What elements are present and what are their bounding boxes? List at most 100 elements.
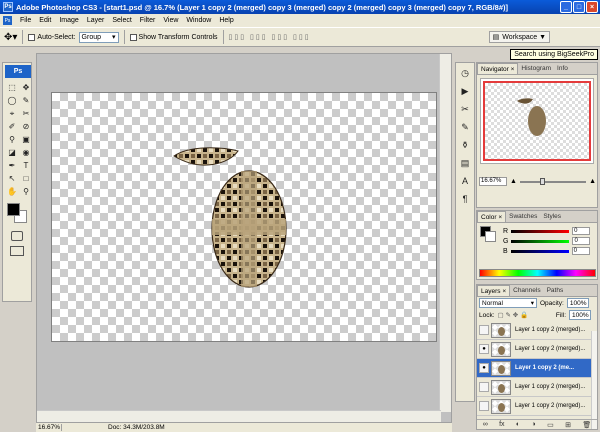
- fill-input[interactable]: 100%: [569, 310, 591, 320]
- adjustment-layer-icon[interactable]: ◑: [532, 421, 536, 428]
- layer-comps-icon[interactable]: ▤: [459, 157, 471, 169]
- new-group-icon[interactable]: ▭: [547, 421, 554, 429]
- layer-row[interactable]: Layer 1 copy 2 (merged)...: [477, 321, 597, 340]
- eye-icon[interactable]: ●: [479, 344, 489, 354]
- layer-row-active[interactable]: ● Layer 1 copy 2 (me...: [477, 359, 597, 378]
- menu-view[interactable]: View: [159, 17, 182, 24]
- align-icons[interactable]: ▯▯▯ ▯▯▯ ▯▯▯ ▯▯▯: [229, 33, 311, 41]
- visibility-toggle[interactable]: [479, 382, 489, 392]
- brushes-icon[interactable]: ✎: [459, 121, 471, 133]
- canvas[interactable]: [51, 92, 437, 342]
- pen-tool-icon[interactable]: ✒: [6, 160, 18, 171]
- menu-help[interactable]: Help: [215, 17, 237, 24]
- menu-filter[interactable]: Filter: [136, 17, 160, 24]
- tool-presets-icon[interactable]: ✂: [459, 103, 471, 115]
- link-layers-icon[interactable]: ∞: [483, 421, 488, 428]
- quick-mask-icon[interactable]: [11, 231, 23, 241]
- tab-channels[interactable]: Channels: [510, 285, 543, 296]
- magic-wand-tool-icon[interactable]: ✎: [20, 95, 32, 106]
- dodge-tool-icon[interactable]: ◪: [6, 147, 18, 158]
- toolbox: Ps ⬚ ✥ ◯ ✎ ⌖ ✂ ✐ ⊘ ⚲ ▣ ◪ ◉ ✒ T ↖ □ ✋ ⚲: [2, 62, 32, 302]
- auto-select-checkbox[interactable]: [28, 33, 36, 41]
- eraser-tool-icon[interactable]: ⊘: [20, 121, 32, 132]
- brush-tool-icon[interactable]: ✐: [6, 121, 18, 132]
- visibility-toggle[interactable]: [479, 401, 489, 411]
- channel-r-value[interactable]: 0: [572, 227, 591, 235]
- zoom-slider[interactable]: [519, 177, 587, 185]
- navigator-preview[interactable]: [480, 78, 594, 164]
- menu-image[interactable]: Image: [55, 17, 82, 24]
- history-icon[interactable]: ◷: [459, 67, 471, 79]
- zoom-in-icon[interactable]: ▲: [589, 178, 596, 185]
- path-select-tool-icon[interactable]: ↖: [6, 173, 18, 184]
- shape-tool-icon[interactable]: □: [20, 173, 32, 184]
- layer-row[interactable]: Layer 1 copy 2 (merged)...: [477, 378, 597, 397]
- auto-select-dropdown[interactable]: Group ▾: [78, 31, 119, 43]
- menu-select[interactable]: Select: [108, 17, 135, 24]
- menu-layer[interactable]: Layer: [83, 17, 109, 24]
- show-transform-checkbox[interactable]: [129, 33, 137, 41]
- layer-style-icon[interactable]: fx: [499, 421, 504, 428]
- minimize-button[interactable]: _: [560, 1, 572, 13]
- lasso-tool-icon[interactable]: ◯: [6, 95, 18, 106]
- view-box[interactable]: [483, 81, 591, 161]
- layer-mask-icon[interactable]: ◐: [516, 421, 520, 428]
- tab-info[interactable]: Info: [554, 63, 571, 74]
- horizontal-scrollbar[interactable]: [37, 410, 441, 422]
- trash-icon[interactable]: 🗑: [582, 421, 591, 429]
- zoom-out-icon[interactable]: ▲: [510, 178, 517, 185]
- visibility-toggle[interactable]: [479, 325, 489, 335]
- color-spectrum[interactable]: [479, 269, 596, 277]
- hand-tool-icon[interactable]: ✋: [6, 186, 18, 197]
- restore-button[interactable]: □: [573, 1, 585, 13]
- close-button[interactable]: ×: [586, 1, 598, 13]
- tab-histogram[interactable]: Histogram: [518, 63, 554, 74]
- zoom-level[interactable]: 16.67%: [36, 424, 62, 431]
- menu-edit[interactable]: Edit: [35, 17, 55, 24]
- tab-paths[interactable]: Paths: [544, 285, 567, 296]
- tab-swatches[interactable]: Swatches: [506, 211, 540, 222]
- type-tool-icon[interactable]: T: [20, 160, 32, 171]
- paragraph-icon[interactable]: ¶: [459, 193, 471, 205]
- channel-g-slider[interactable]: [511, 239, 570, 243]
- screen-mode-icon[interactable]: [10, 246, 24, 256]
- blur-tool-icon[interactable]: ⚲: [6, 134, 18, 145]
- opacity-input[interactable]: 100%: [566, 298, 589, 308]
- marquee-tool-icon[interactable]: ⬚: [6, 82, 18, 93]
- tab-color[interactable]: Color ×: [477, 211, 507, 222]
- new-layer-icon[interactable]: ⊞: [565, 421, 571, 429]
- move-tool-icon[interactable]: ✥: [20, 82, 32, 93]
- zoom-tool-icon[interactable]: ⚲: [20, 186, 32, 197]
- workspace-button[interactable]: ▤ Workspace ▼: [488, 31, 550, 43]
- slider-knob[interactable]: [539, 177, 545, 185]
- slice-tool-icon[interactable]: ✂: [20, 108, 32, 119]
- navigator-zoom-input[interactable]: 16.67%: [479, 177, 507, 186]
- document-icon[interactable]: Ps: [3, 16, 12, 25]
- layers-scrollbar[interactable]: [591, 331, 597, 429]
- eye-icon[interactable]: ●: [479, 363, 489, 373]
- workspace-label: Workspace ▼: [502, 33, 546, 41]
- tab-layers[interactable]: Layers ×: [477, 285, 511, 296]
- actions-icon[interactable]: ▶: [459, 85, 471, 97]
- channel-g-value[interactable]: 0: [572, 237, 591, 245]
- clone-source-icon[interactable]: ⚱: [459, 139, 471, 151]
- channel-r-slider[interactable]: [511, 229, 570, 233]
- channel-b-value[interactable]: 0: [571, 247, 590, 255]
- history-brush-tool-icon[interactable]: ◉: [20, 147, 32, 158]
- blend-mode-dropdown[interactable]: Normal ▾: [479, 298, 537, 308]
- lock-icons[interactable]: ▢ ✎ ✥ 🔒: [498, 311, 529, 319]
- channel-b-slider[interactable]: [510, 249, 569, 253]
- vertical-scrollbar[interactable]: [439, 54, 451, 412]
- foreground-color-swatch[interactable]: [7, 203, 20, 216]
- gradient-tool-icon[interactable]: ▣: [20, 134, 32, 145]
- color-bg-swatch[interactable]: [485, 231, 496, 242]
- menu-window[interactable]: Window: [182, 17, 215, 24]
- layer-row[interactable]: ● Layer 1 copy 2 (merged)...: [477, 340, 597, 359]
- tab-styles[interactable]: Styles: [540, 211, 564, 222]
- menu-file[interactable]: File: [16, 17, 35, 24]
- layer-row[interactable]: Layer 1 copy 2 (merged)...: [477, 397, 597, 416]
- crop-tool-icon[interactable]: ⌖: [6, 108, 18, 119]
- character-icon[interactable]: A: [459, 175, 471, 187]
- move-tool-icon[interactable]: ✥▾: [4, 32, 17, 43]
- tab-navigator[interactable]: Navigator ×: [477, 63, 519, 74]
